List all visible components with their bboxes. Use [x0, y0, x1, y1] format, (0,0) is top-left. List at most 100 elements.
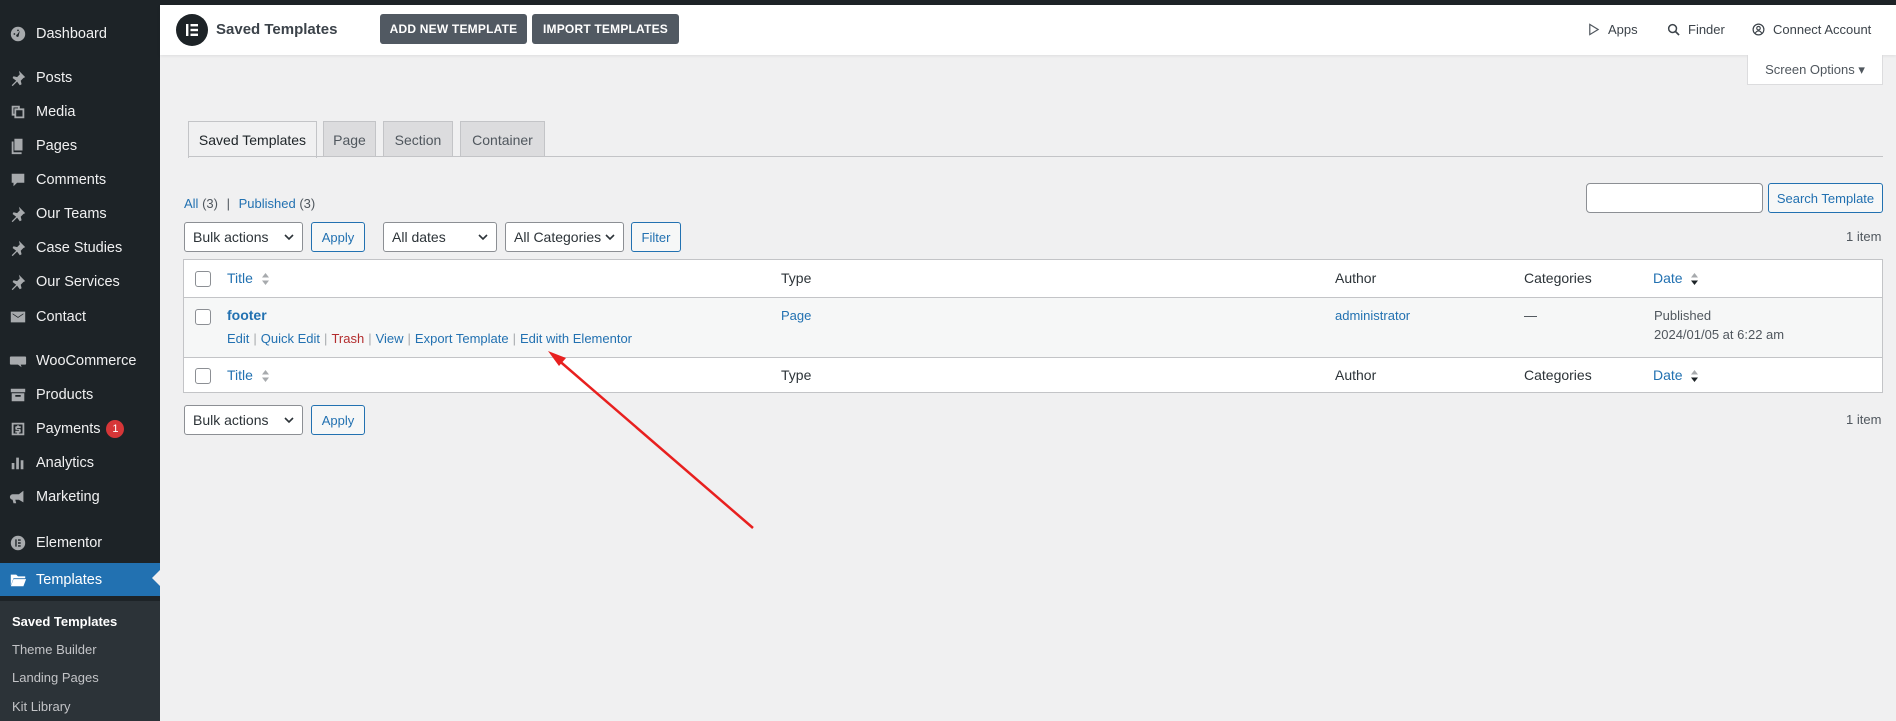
tab-section[interactable]: Section [383, 121, 453, 157]
sidebar-item-our-teams[interactable]: Our Teams [0, 199, 160, 229]
sidebar-item-pages[interactable]: Pages [0, 131, 160, 161]
submenu-item-saved-templates[interactable]: Saved Templates [12, 614, 117, 629]
select-all-checkbox-footer[interactable] [195, 368, 211, 384]
submenu-item-kit-library[interactable]: Kit Library [12, 699, 71, 714]
sort-desc-icon [1691, 273, 1699, 286]
sidebar-item-label: Payments [36, 421, 101, 437]
edit-link[interactable]: Edit [227, 331, 249, 346]
sidebar-item-comments[interactable]: Comments [0, 165, 160, 195]
header-divider [184, 297, 1882, 298]
column-author-footer: Author [1335, 367, 1377, 383]
apps-label: Apps [1608, 22, 1638, 37]
tab-saved-templates[interactable]: Saved Templates [188, 121, 317, 158]
chevron-down-icon [605, 234, 615, 241]
quick-edit-link[interactable]: Quick Edit [261, 331, 320, 346]
woo-icon [8, 351, 28, 371]
connect-account-link[interactable]: Connect Account [1752, 22, 1871, 37]
tab-page[interactable]: Page [323, 121, 376, 157]
sidebar-item-label: Our Services [36, 274, 120, 290]
filter-published-link[interactable]: Published (3) [239, 196, 316, 211]
pin-icon [8, 204, 28, 224]
search-input[interactable] [1586, 183, 1763, 213]
template-title-link[interactable]: footer [227, 307, 267, 323]
sort-icon [261, 273, 269, 286]
column-title-footer[interactable]: Title [227, 367, 270, 383]
template-author-link[interactable]: administrator [1335, 308, 1410, 323]
add-new-template-button[interactable]: ADD NEW TEMPLATE [380, 14, 527, 44]
tabs-divider [188, 156, 1883, 157]
play-icon [1589, 23, 1600, 36]
media-icon [8, 102, 28, 122]
sidebar-item-label: Analytics [36, 455, 95, 471]
sidebar-item-label: Elementor [36, 535, 103, 551]
row-checkbox[interactable] [195, 309, 211, 325]
import-templates-button[interactable]: IMPORT TEMPLATES [532, 14, 679, 44]
folder-icon [8, 570, 28, 590]
sidebar-item-our-services[interactable]: Our Services [0, 267, 160, 297]
sidebar-item-label: WooCommerce [36, 353, 137, 369]
chevron-down-icon [284, 417, 294, 424]
sidebar-item-posts[interactable]: Posts [0, 63, 160, 93]
tab-container[interactable]: Container [460, 121, 545, 157]
sidebar-item-dashboard[interactable]: Dashboard [0, 19, 160, 49]
export-template-link[interactable]: Export Template [415, 331, 509, 346]
column-date-footer[interactable]: Date [1653, 367, 1699, 383]
search-template-button[interactable]: Search Template [1768, 183, 1883, 213]
template-categories: — [1524, 308, 1537, 323]
template-type-link[interactable]: Page [781, 308, 811, 323]
sidebar-item-label: Contact [36, 309, 86, 325]
categories-select[interactable]: All Categories [505, 222, 624, 252]
sidebar-item-label: Posts [36, 70, 73, 86]
column-categories-footer: Categories [1524, 367, 1592, 383]
status-filter-links: All (3) | Published (3) [184, 196, 315, 211]
sidebar-item-label: Marketing [36, 489, 100, 505]
sidebar-item-contact[interactable]: Contact [0, 302, 160, 332]
sidebar-item-woocommerce[interactable]: WooCommerce [0, 346, 160, 376]
sidebar-item-payments[interactable]: Payments 1 [0, 414, 160, 444]
select-all-checkbox[interactable] [195, 271, 211, 287]
sidebar-item-products[interactable]: Products [0, 380, 160, 410]
sidebar-item-marketing[interactable]: Marketing [0, 482, 160, 512]
edit-with-elementor-link[interactable]: Edit with Elementor [520, 331, 632, 346]
connect-account-label: Connect Account [1773, 22, 1872, 37]
items-count-top: 1 item [1846, 229, 1882, 244]
apply-button[interactable]: Apply [311, 222, 365, 252]
sort-icon [261, 370, 269, 383]
elementor-icon [8, 533, 28, 553]
sidebar-item-templates[interactable]: Templates [0, 563, 160, 596]
bulk-actions-select[interactable]: Bulk actions [184, 222, 303, 252]
finder-link[interactable]: Finder [1667, 22, 1725, 37]
chevron-down-icon [478, 234, 488, 241]
finder-label: Finder [1688, 22, 1725, 37]
sidebar-item-case-studies[interactable]: Case Studies [0, 233, 160, 263]
submenu-item-landing-pages[interactable]: Landing Pages [12, 670, 99, 685]
apps-link[interactable]: Apps [1587, 22, 1638, 37]
column-title-header[interactable]: Title [227, 270, 270, 286]
sidebar-item-analytics[interactable]: Analytics [0, 448, 160, 478]
categories-label: All Categories [514, 229, 602, 245]
sidebar-item-elementor[interactable]: Elementor [0, 528, 160, 558]
row-actions: Edit | Quick Edit | Trash | View | Export Templa… [227, 331, 633, 346]
apply-button-bottom[interactable]: Apply [311, 405, 365, 435]
filter-button[interactable]: Filter [631, 222, 681, 252]
pages-icon [8, 136, 28, 156]
filter-all-link[interactable]: All (3) [184, 196, 218, 211]
column-date-header[interactable]: Date [1653, 270, 1699, 286]
sidebar-item-label: Media [36, 104, 76, 120]
submenu-item-theme-builder[interactable]: Theme Builder [12, 642, 97, 657]
sidebar-item-media[interactable]: Media [0, 97, 160, 127]
trash-link[interactable]: Trash [331, 331, 364, 346]
view-link[interactable]: View [376, 331, 404, 346]
filter-separator: | [226, 196, 230, 211]
pin-icon [8, 238, 28, 258]
sidebar-item-label: Pages [36, 138, 78, 154]
elementor-icon [186, 24, 198, 36]
sidebar-item-label: Dashboard [36, 26, 107, 42]
dollar-icon [8, 419, 28, 439]
bulk-actions-select-bottom[interactable]: Bulk actions [184, 405, 303, 435]
dates-select[interactable]: All dates [383, 222, 497, 252]
column-categories-header: Categories [1524, 270, 1592, 286]
screen-options-button[interactable]: Screen Options ▾ [1747, 55, 1883, 85]
pin-icon [8, 272, 28, 292]
template-date: 2024/01/05 at 6:22 am [1654, 327, 1785, 342]
